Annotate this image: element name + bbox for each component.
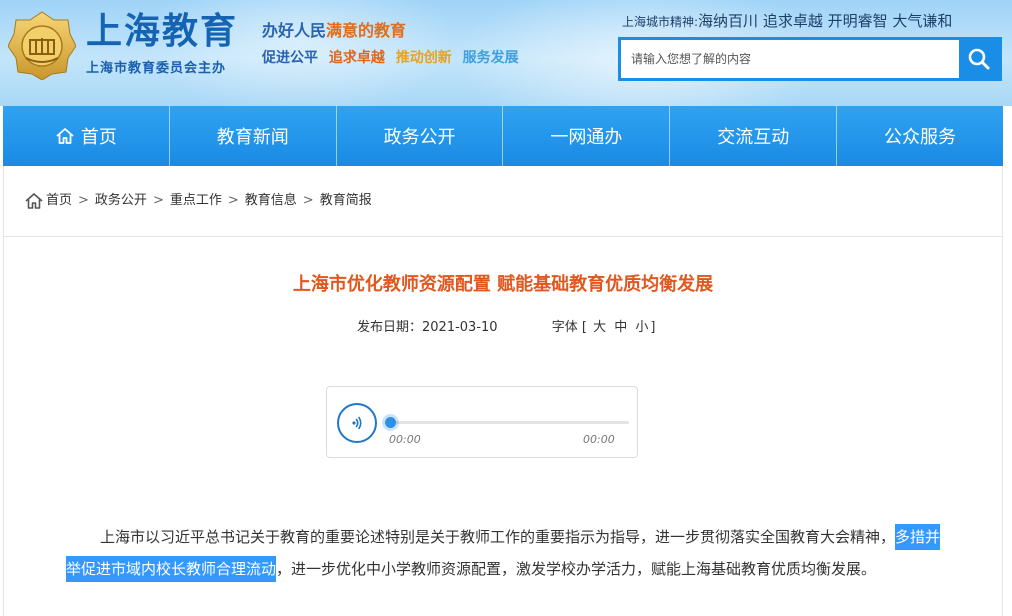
breadcrumb-separator: > xyxy=(227,193,239,208)
search-icon xyxy=(968,48,990,70)
nav-label: 政务公开 xyxy=(383,127,456,148)
font-size-medium[interactable]: 中 xyxy=(614,320,627,335)
nav-item-government-affairs[interactable]: 政务公开 xyxy=(337,106,504,166)
nav-label: 公众服务 xyxy=(884,127,957,148)
search-button[interactable] xyxy=(959,40,999,78)
search-input[interactable] xyxy=(621,40,959,78)
article-body: 上海市以习近平总书记关于教育的重要论述特别是关于教师工作的重要指示为指导，进一步… xyxy=(66,521,946,585)
audio-duration: 00:00 xyxy=(583,433,615,446)
main-nav: 首页 教育新闻 政务公开 一网通办 交流互动 公众服务 xyxy=(3,106,1003,166)
breadcrumb-separator: > xyxy=(78,193,89,208)
city-spirit: 上海城市精神:海纳百川 追求卓越 开明睿智 大气谦和 xyxy=(622,10,952,33)
breadcrumb-home[interactable]: 首页 xyxy=(46,191,72,211)
audio-current-time: 00:00 xyxy=(389,433,421,446)
font-size-small[interactable]: 小 xyxy=(635,320,648,335)
breadcrumb-divider xyxy=(4,236,1002,237)
font-size-close: ] xyxy=(650,320,656,335)
site-logo-title[interactable]: 上海教育 xyxy=(86,10,238,54)
search-box xyxy=(618,37,1002,81)
site-header: 上海教育 上海市教育委员会主办 办好人民满意的教育 促进公平 追求卓越 推动创新… xyxy=(0,0,1012,106)
audio-wave-icon xyxy=(352,416,362,430)
nav-item-public-service[interactable]: 公众服务 xyxy=(837,106,1003,166)
city-spirit-text: 海纳百川 追求卓越 开明睿智 大气谦和 xyxy=(698,12,953,30)
audio-player: 00:00 00:00 xyxy=(326,386,638,458)
nav-item-home[interactable]: 首页 xyxy=(3,106,170,166)
article-meta: 发布日期：2021-03-10 字体 [ 大 中 小] xyxy=(357,318,655,338)
play-button[interactable] xyxy=(337,403,377,443)
breadcrumb-separator: > xyxy=(152,193,164,208)
slogan-highlight: 满意的教育 xyxy=(326,21,407,40)
nav-item-education-news[interactable]: 教育新闻 xyxy=(170,106,337,166)
nav-label: 首页 xyxy=(80,127,117,148)
font-size-large[interactable]: 大 xyxy=(593,320,606,335)
font-size-label: 字体 [ xyxy=(551,320,587,335)
article-title: 上海市优化教师资源配置 赋能基础教育优质均衡发展 xyxy=(292,274,714,295)
breadcrumb-education-briefing[interactable]: 教育简报 xyxy=(320,191,372,211)
slogan-item: 追求卓越 xyxy=(328,50,385,66)
breadcrumb-separator: > xyxy=(302,193,314,208)
slogan-item: 服务发展 xyxy=(462,50,519,66)
site-logo-subtitle: 上海市教育委员会主办 xyxy=(86,61,227,76)
slogan-part: 办好人民 xyxy=(262,21,327,40)
audio-progress-track[interactable] xyxy=(389,421,629,424)
breadcrumb-government-affairs[interactable]: 政务公开 xyxy=(95,191,147,211)
breadcrumb-key-work[interactable]: 重点工作 xyxy=(170,191,222,211)
nav-label: 一网通办 xyxy=(550,127,623,148)
city-spirit-label: 上海城市精神: xyxy=(622,15,699,29)
logo-emblem-icon[interactable] xyxy=(7,10,77,81)
paragraph-text: ，进一步优化中小学教师资源配置，激发学校办学活力，赋能上海基础教育优质均衡发展。 xyxy=(276,560,877,578)
nav-label: 交流互动 xyxy=(717,127,790,148)
slogan-line-1: 办好人民满意的教育 xyxy=(262,20,406,42)
slogan-item: 推动创新 xyxy=(395,50,452,66)
breadcrumb: 首页 > 政务公开 > 重点工作 > 教育信息 > 教育简报 xyxy=(24,191,372,211)
publish-date: 2021-03-10 xyxy=(422,320,498,335)
main-content: 首页 > 政务公开 > 重点工作 > 教育信息 > 教育简报 上海市优化教师资源… xyxy=(3,166,1003,616)
nav-item-interaction[interactable]: 交流互动 xyxy=(670,106,838,166)
paragraph-text: 上海市以习近平总书记关于教育的重要论述特别是关于教师工作的重要指示为指导，进一步… xyxy=(100,528,896,546)
nav-label: 教育新闻 xyxy=(216,127,289,148)
nav-item-one-stop-service[interactable]: 一网通办 xyxy=(503,106,671,166)
breadcrumb-education-info[interactable]: 教育信息 xyxy=(245,191,297,211)
slogan-line-2: 促进公平 追求卓越 推动创新 服务发展 xyxy=(262,47,525,69)
audio-progress-handle[interactable] xyxy=(385,417,396,428)
font-size-switcher: 字体 [ 大 中 小] xyxy=(552,320,656,335)
home-icon xyxy=(56,128,74,144)
publish-date-label: 发布日期： xyxy=(357,320,423,335)
home-icon[interactable] xyxy=(24,192,44,210)
slogan-item: 促进公平 xyxy=(262,50,318,66)
